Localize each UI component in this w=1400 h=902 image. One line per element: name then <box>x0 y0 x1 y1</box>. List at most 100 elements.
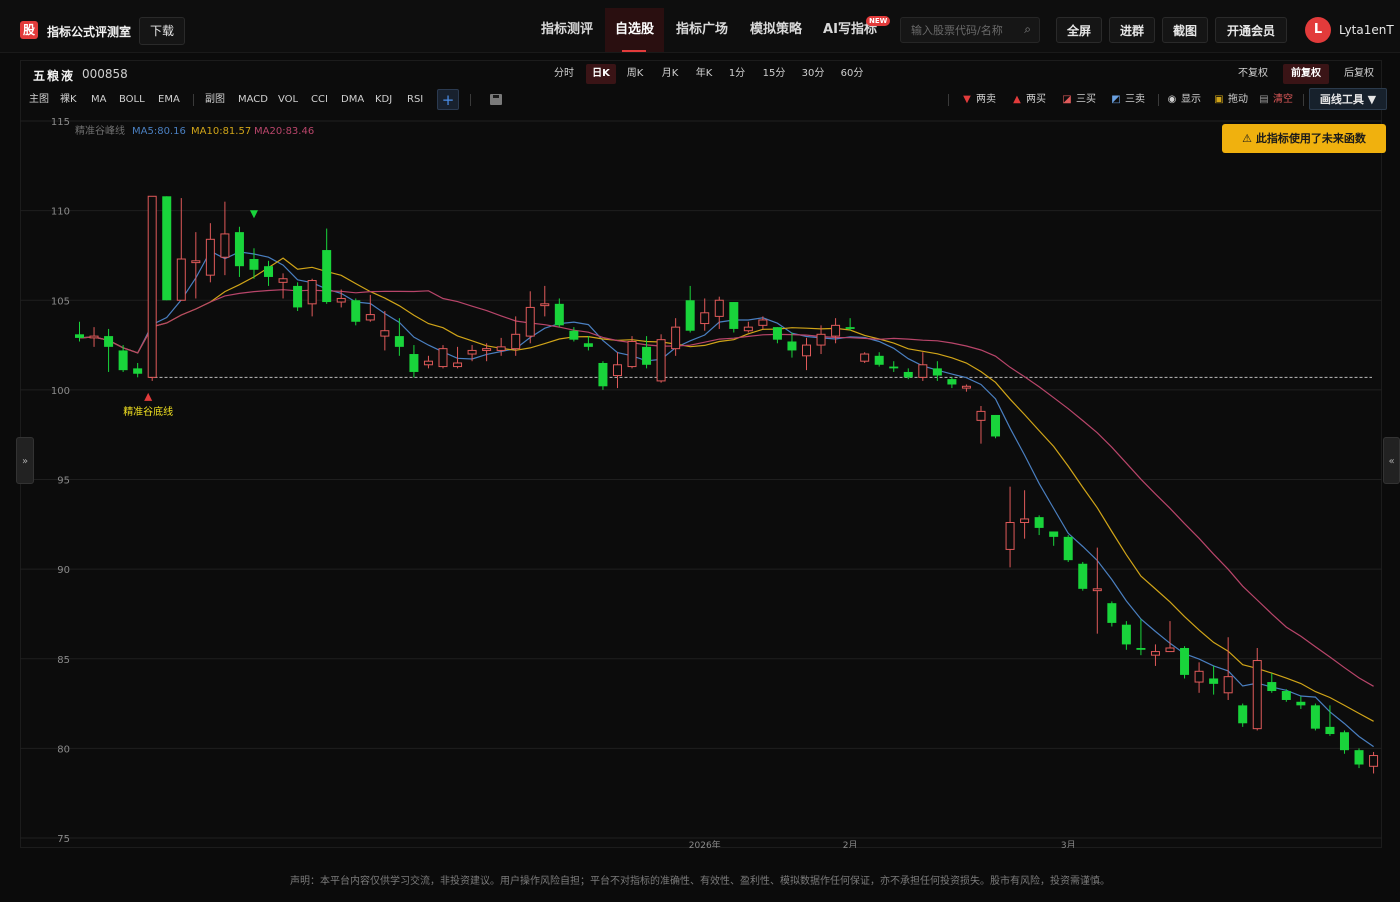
ma20-legend: MA20:83.46 <box>254 126 314 137</box>
nav-item-sim-strategy[interactable]: 模拟策略 <box>740 8 812 52</box>
avatar[interactable]: L <box>1305 17 1331 43</box>
y-tick-label: 110 <box>51 207 70 218</box>
divider <box>193 94 194 106</box>
candle-body <box>874 355 884 365</box>
nav-item-indicator-review[interactable]: 指标测评 <box>530 8 604 52</box>
candle-body <box>816 333 826 346</box>
show-tool[interactable]: ◉ 显示 <box>1166 91 1201 109</box>
candle-body <box>627 340 637 368</box>
y-tick-label: 75 <box>57 834 70 845</box>
screenshot-button[interactable]: 截图 <box>1162 17 1208 43</box>
candle <box>1049 531 1059 546</box>
period-tab-intraday[interactable]: 分时 <box>550 64 578 84</box>
nav-item-indicator-square[interactable]: 指标广场 <box>665 8 739 52</box>
period-tab-daily[interactable]: 日K <box>586 64 616 84</box>
candle <box>1354 748 1364 769</box>
period-tab-yearly[interactable]: 年K <box>690 64 718 84</box>
candle-body <box>409 354 419 372</box>
candle-body <box>322 250 332 303</box>
candle-body <box>1020 518 1030 524</box>
candle-body <box>1310 705 1320 729</box>
three-buy-tool[interactable]: ◪ 三买 <box>1061 91 1096 109</box>
candle <box>147 195 157 381</box>
period-tab-monthly[interactable]: 月K <box>656 64 684 84</box>
download-button[interactable]: 下载 <box>139 17 185 45</box>
divider <box>470 94 471 106</box>
clear-label: 清空 <box>1273 94 1293 105</box>
candle-body <box>1180 647 1190 675</box>
candle <box>918 352 928 381</box>
period-tab-weekly[interactable]: 周K <box>621 64 649 84</box>
candle-body <box>1238 705 1248 724</box>
candle-body <box>1281 691 1291 700</box>
expand-right-icon[interactable]: « <box>1383 437 1400 484</box>
adjust-forward-tab[interactable]: 前复权 <box>1283 64 1329 84</box>
candle-body <box>583 343 593 347</box>
username[interactable]: Lyta1enT <box>1339 23 1394 37</box>
candle <box>1296 696 1306 709</box>
candle-body <box>278 278 288 283</box>
two-buy-tool[interactable]: ▲ 两买 <box>1011 91 1046 109</box>
indicator-ema[interactable]: EMA <box>158 91 180 109</box>
indicator-ma[interactable]: MA <box>91 91 106 109</box>
candle <box>1150 644 1160 666</box>
nav-item-watchlist[interactable]: 自选股 <box>605 8 664 52</box>
save-icon[interactable] <box>490 94 502 105</box>
candle-body <box>162 196 172 301</box>
ma-lines <box>79 250 1374 748</box>
candle <box>1209 665 1219 695</box>
nav-item-ai-indicator[interactable]: AI写指标 <box>813 8 887 52</box>
y-tick-label: 90 <box>57 565 70 576</box>
indicator-vol[interactable]: VOL <box>278 91 298 109</box>
join-group-button[interactable]: 进群 <box>1109 17 1155 43</box>
fullscreen-button[interactable]: 全屏 <box>1056 17 1102 43</box>
lock-icon: ▣ <box>1214 94 1224 105</box>
add-indicator-button[interactable]: + <box>437 89 459 110</box>
new-badge: NEW <box>866 16 891 26</box>
candle <box>1194 662 1204 693</box>
indicator-cci[interactable]: CCI <box>311 91 328 109</box>
kline-chart[interactable]: 7580859095100105110115 2026年2月3月4月 精准谷底线… <box>20 110 1382 848</box>
bottom-signal-label: 精准谷底线 <box>123 405 173 418</box>
candle <box>1223 637 1233 700</box>
candle-body <box>554 303 564 326</box>
indicator-boll[interactable]: BOLL <box>119 91 145 109</box>
candle-body <box>1267 682 1277 692</box>
candle <box>656 334 666 383</box>
indicator-kdj[interactable]: KDJ <box>375 91 392 109</box>
period-tab-30min[interactable]: 30分 <box>798 64 828 84</box>
search-icon[interactable]: ⌕ <box>1024 22 1031 37</box>
candle <box>1020 490 1030 539</box>
triangle-up-icon: ▲ <box>1013 94 1021 105</box>
indicator-dma[interactable]: DMA <box>341 91 364 109</box>
candle <box>685 285 695 333</box>
two-sell-tool[interactable]: ▼ 两卖 <box>961 91 996 109</box>
period-tab-1min[interactable]: 1分 <box>726 64 748 84</box>
clear-tool[interactable]: ▤ 清空 <box>1258 91 1293 109</box>
ma5-line <box>79 250 1374 748</box>
expand-left-icon[interactable]: » <box>16 437 34 484</box>
adjust-backward-tab[interactable]: 后复权 <box>1338 64 1380 84</box>
vip-button[interactable]: 开通会员 <box>1215 17 1287 43</box>
draw-tools-dropdown[interactable]: 画线工具 ▼ <box>1309 88 1387 110</box>
candle <box>89 327 99 347</box>
candle-body <box>496 346 506 351</box>
candle <box>787 332 797 358</box>
adjust-none-tab[interactable]: 不复权 <box>1233 64 1273 84</box>
period-tab-60min[interactable]: 60分 <box>837 64 867 84</box>
candle <box>598 361 608 390</box>
warning-text: 此指标使用了未来函数 <box>1255 132 1366 145</box>
candle-body <box>438 348 448 368</box>
indicator-macd[interactable]: MACD <box>238 91 268 109</box>
period-tab-15min[interactable]: 15分 <box>759 64 789 84</box>
candle <box>351 298 361 326</box>
three-sell-tool[interactable]: ◩ 三卖 <box>1110 91 1145 109</box>
candle-body <box>714 299 724 317</box>
indicator-naked-k[interactable]: 裸K <box>60 91 77 109</box>
candle-body <box>147 195 157 378</box>
candle-body <box>1049 531 1059 537</box>
candle <box>932 361 942 381</box>
search-input[interactable] <box>911 22 1016 38</box>
drag-tool[interactable]: ▣ 拖动 <box>1213 91 1248 109</box>
indicator-rsi[interactable]: RSI <box>407 91 423 109</box>
